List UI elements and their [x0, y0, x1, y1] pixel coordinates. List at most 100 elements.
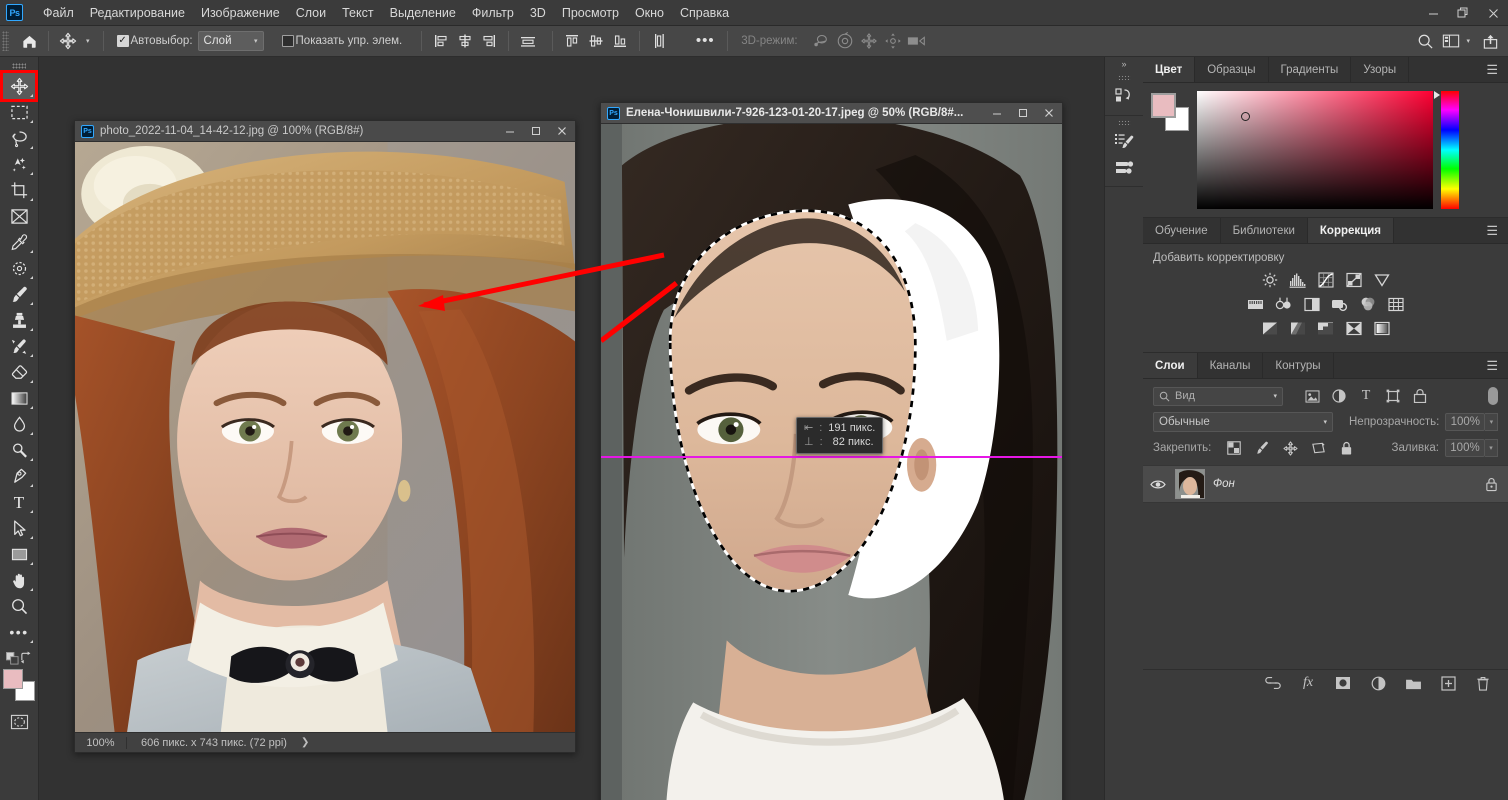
vibrance-icon[interactable] [1371, 270, 1393, 290]
autoselect-scope-select[interactable]: Слой ▾ [197, 31, 264, 51]
tab-adjustments[interactable]: Коррекция [1307, 218, 1394, 243]
tab-libraries[interactable]: Библиотеки [1220, 218, 1308, 243]
document-window-2[interactable]: Ps Елена-Чонишвили-7-926-123-01-20-17.jp… [600, 102, 1063, 800]
autoselect-checkbox[interactable]: ✓ [116, 35, 129, 47]
posterize-icon[interactable] [1287, 318, 1309, 338]
photo-filter-icon[interactable] [1329, 294, 1351, 314]
new-layer-icon[interactable] [1439, 674, 1457, 692]
tab-swatches[interactable]: Образцы [1195, 57, 1269, 82]
layers-panel-menu-icon[interactable]: ☰ [1476, 353, 1508, 378]
invert-icon[interactable] [1259, 318, 1281, 338]
move-tool-icon[interactable] [56, 30, 80, 52]
object-selection-tool[interactable] [3, 151, 35, 177]
workspace-chevron-down-icon[interactable]: ▾ [1466, 37, 1470, 45]
add-mask-icon[interactable] [1334, 674, 1352, 692]
lock-image-icon[interactable] [1253, 439, 1271, 457]
eraser-tool[interactable] [3, 359, 35, 385]
lock-artboard-icon[interactable] [1309, 439, 1327, 457]
delete-layer-icon[interactable] [1474, 674, 1492, 692]
align-top-icon[interactable] [560, 30, 584, 52]
dodge-tool[interactable] [3, 437, 35, 463]
crop-tool[interactable] [3, 177, 35, 203]
move-tool-chevron-down-icon[interactable]: ▾ [86, 37, 90, 45]
share-icon[interactable] [1478, 30, 1502, 52]
spot-healing-brush-tool[interactable] [3, 255, 35, 281]
layer-thumbnail[interactable] [1175, 469, 1205, 499]
more-options-button[interactable]: ••• [693, 30, 717, 52]
lock-position-icon[interactable] [1281, 439, 1299, 457]
quick-mask-icon[interactable] [3, 709, 35, 735]
hand-tool[interactable] [3, 567, 35, 593]
dock-group-grip[interactable] [1117, 75, 1131, 80]
hue-slider[interactable] [1434, 91, 1459, 209]
layer-locked-icon[interactable] [1485, 477, 1498, 492]
brush-tool[interactable] [3, 281, 35, 307]
brush-presets-icon[interactable] [1109, 154, 1139, 180]
color-picker-field[interactable] [1197, 91, 1433, 209]
selective-color-icon[interactable] [1371, 318, 1393, 338]
document-window-1[interactable]: Ps photo_2022-11-04_14-42-12.jpg @ 100% … [74, 120, 576, 753]
search-icon[interactable] [1413, 30, 1437, 52]
filter-toggle-switch[interactable] [1488, 387, 1498, 405]
exposure-icon[interactable] [1343, 270, 1365, 290]
hue-slider-handle[interactable] [1434, 91, 1440, 99]
hue-saturation-icon[interactable] [1245, 294, 1267, 314]
layer-name[interactable]: Фон [1213, 478, 1235, 490]
document-2-titlebar[interactable]: Ps Елена-Чонишвили-7-926-123-01-20-17.jp… [601, 103, 1062, 124]
color-panel-swatches[interactable] [1151, 93, 1189, 131]
document-2-minimize-button[interactable] [984, 103, 1010, 124]
menu-layers[interactable]: Слои [288, 2, 334, 24]
pen-tool[interactable] [3, 463, 35, 489]
layer-row-background[interactable]: Фон [1143, 465, 1508, 503]
menu-text[interactable]: Текст [334, 2, 381, 24]
document-workspace[interactable]: Ps photo_2022-11-04_14-42-12.jpg @ 100% … [39, 57, 1104, 800]
document-1-minimize-button[interactable] [497, 121, 523, 142]
tab-layers[interactable]: Слои [1143, 353, 1198, 378]
distribute-v-icon[interactable] [647, 30, 671, 52]
color-panel-menu-icon[interactable]: ☰ [1476, 57, 1508, 82]
gradient-map-icon[interactable] [1343, 318, 1365, 338]
home-icon[interactable] [17, 30, 41, 52]
tab-gradients[interactable]: Градиенты [1268, 57, 1352, 82]
restore-button[interactable] [1448, 0, 1478, 26]
smart-object-filter-icon[interactable] [1411, 387, 1429, 405]
type-filter-icon[interactable]: T [1357, 387, 1375, 405]
align-middle-v-icon[interactable] [584, 30, 608, 52]
menu-window[interactable]: Окно [627, 2, 672, 24]
opacity-chevron-down-icon[interactable]: ▾ [1485, 413, 1499, 431]
menu-view[interactable]: Просмотр [554, 2, 627, 24]
document-1-canvas[interactable] [75, 142, 575, 732]
move-tool[interactable] [0, 70, 38, 102]
dock-group-grip-2[interactable] [1117, 120, 1131, 125]
color-lookup-icon[interactable] [1385, 294, 1407, 314]
opacity-control[interactable]: 100% ▾ [1445, 413, 1499, 431]
menu-file[interactable]: Файл [35, 2, 82, 24]
lock-transparent-icon[interactable] [1225, 439, 1243, 457]
tab-patterns[interactable]: Узоры [1351, 57, 1410, 82]
menu-image[interactable]: Изображение [193, 2, 288, 24]
align-left-icon[interactable] [429, 30, 453, 52]
link-layers-icon[interactable] [1264, 674, 1282, 692]
levels-icon[interactable] [1287, 270, 1309, 290]
type-tool[interactable]: T [3, 489, 35, 515]
align-bottom-icon[interactable] [608, 30, 632, 52]
path-selection-tool[interactable] [3, 515, 35, 541]
brightness-contrast-icon[interactable] [1259, 270, 1281, 290]
history-brush-tool[interactable] [3, 333, 35, 359]
shape-filter-icon[interactable] [1384, 387, 1402, 405]
blend-mode-select[interactable]: Обычные ▾ [1153, 412, 1333, 432]
document-2-maximize-button[interactable] [1010, 103, 1036, 124]
frame-tool[interactable] [3, 203, 35, 229]
document-1-maximize-button[interactable] [523, 121, 549, 142]
brush-settings-icon[interactable] [1109, 128, 1139, 154]
fill-chevron-down-icon[interactable]: ▾ [1485, 439, 1498, 457]
workspace-icon[interactable] [1439, 30, 1463, 52]
close-button[interactable] [1478, 0, 1508, 26]
clone-stamp-tool[interactable] [3, 307, 35, 333]
channel-mixer-icon[interactable] [1357, 294, 1379, 314]
align-center-h-icon[interactable] [453, 30, 477, 52]
distribute-h-icon[interactable] [516, 30, 540, 52]
color-swatches[interactable] [3, 669, 35, 701]
align-right-icon[interactable] [477, 30, 501, 52]
menu-select[interactable]: Выделение [382, 2, 464, 24]
